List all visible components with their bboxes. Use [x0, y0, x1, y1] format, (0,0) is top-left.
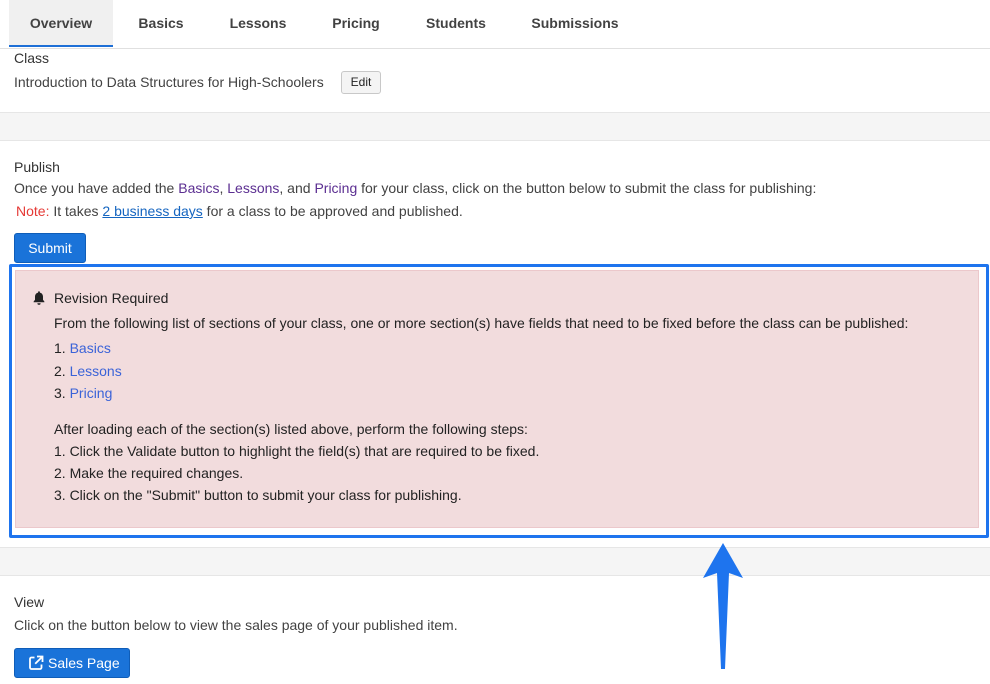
sales-page-button[interactable]: Sales Page — [14, 648, 130, 678]
section-link-pricing[interactable]: Pricing — [70, 385, 113, 401]
section-link-lessons[interactable]: Lessons — [70, 363, 122, 379]
pointer-arrow-icon — [703, 543, 743, 669]
instr-basics: Basics — [178, 180, 220, 196]
tab-pricing[interactable]: Pricing — [307, 0, 405, 47]
section-number: 2. — [54, 363, 66, 379]
publish-note: Note: It takes 2 business days for a cla… — [16, 203, 463, 219]
external-link-icon — [29, 655, 44, 670]
section-number: 3. — [54, 385, 66, 401]
tab-lessons[interactable]: Lessons — [209, 0, 307, 47]
alert-section-item: 1. Basics — [54, 340, 111, 356]
edit-button[interactable]: Edit — [341, 71, 381, 94]
note-label: Note: — [16, 203, 50, 219]
view-description: Click on the button below to view the sa… — [14, 617, 458, 633]
instr-post: for your class, click on the button belo… — [357, 180, 817, 196]
alert-section-item: 3. Pricing — [54, 385, 112, 401]
instr-and: , and — [279, 180, 315, 196]
business-days-link[interactable]: 2 business days — [102, 203, 202, 219]
section-divider — [0, 112, 990, 141]
note-pre: It takes — [49, 203, 103, 219]
instr-lessons: Lessons — [227, 180, 280, 196]
instr-pre: Once you have added the — [14, 180, 179, 196]
section-divider — [0, 547, 990, 576]
tab-overview[interactable]: Overview — [9, 0, 113, 47]
class-heading: Class — [14, 50, 50, 66]
bell-icon — [33, 291, 45, 305]
alert-steps-intro: After loading each of the section(s) lis… — [54, 421, 528, 437]
sales-page-label: Sales Page — [48, 655, 120, 671]
alert-title: Revision Required — [54, 290, 169, 306]
instr-pricing: Pricing — [314, 180, 358, 196]
tab-bar: Overview Basics Lessons Pricing Students… — [0, 0, 990, 49]
alert-step: 1. Click the Validate button to highligh… — [54, 443, 540, 459]
alert-step: 3. Click on the "Submit" button to submi… — [54, 487, 462, 503]
alert-step: 2. Make the required changes. — [54, 465, 244, 481]
section-number: 1. — [54, 340, 66, 356]
class-name: Introduction to Data Structures for High… — [14, 74, 324, 90]
submit-button[interactable]: Submit — [14, 233, 86, 263]
section-link-basics[interactable]: Basics — [70, 340, 111, 356]
tab-basics[interactable]: Basics — [113, 0, 209, 47]
publish-instructions: Once you have added the Basics, Lessons,… — [14, 180, 816, 196]
tab-students[interactable]: Students — [405, 0, 507, 47]
note-post: for a class to be approved and published… — [202, 203, 463, 219]
view-heading: View — [14, 594, 45, 610]
alert-section-item: 2. Lessons — [54, 363, 122, 379]
tab-submissions[interactable]: Submissions — [507, 0, 643, 47]
alert-intro: From the following list of sections of y… — [54, 315, 909, 331]
publish-heading: Publish — [14, 159, 60, 175]
